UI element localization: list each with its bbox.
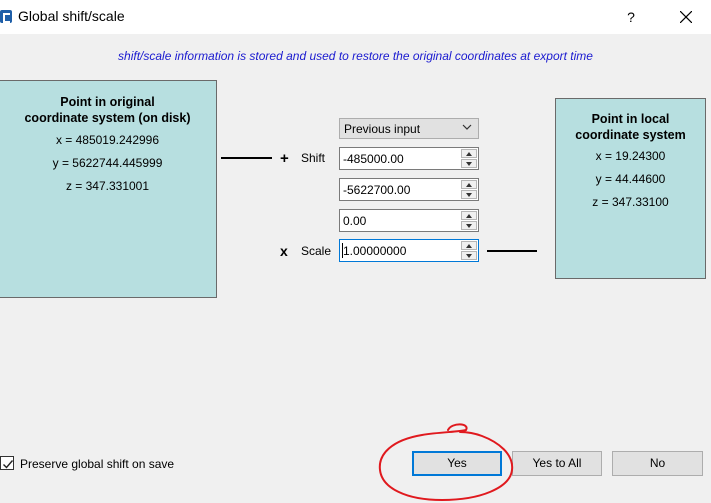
shift-preset-dropdown[interactable]: Previous input <box>339 118 479 139</box>
original-heading-line2: coordinate system (on disk) <box>24 111 191 125</box>
scale-input[interactable]: 1.00000000 <box>339 239 479 262</box>
preserve-shift-checkbox[interactable] <box>0 456 14 470</box>
local-coordinates-box: Point in local coordinate system x = 19.… <box>555 98 706 279</box>
shift-z-value: 0.00 <box>343 214 367 228</box>
title-bar: Global shift/scale ? <box>0 0 711 34</box>
connector-line-left <box>221 157 272 159</box>
shift-preset-value: Previous input <box>344 122 421 136</box>
shift-x-input[interactable]: -485000.00 <box>339 147 479 170</box>
shift-z-decrement-button[interactable] <box>461 221 477 230</box>
shift-y-increment-button[interactable] <box>461 180 477 189</box>
no-button[interactable]: No <box>612 451 703 476</box>
app-icon <box>0 10 12 23</box>
shift-y-value: -5622700.00 <box>343 183 411 197</box>
shift-y-decrement-button[interactable] <box>461 190 477 199</box>
local-heading-line1: Point in local <box>591 112 670 126</box>
preserve-shift-label: Preserve global shift on save <box>20 457 175 471</box>
shift-z-increment-button[interactable] <box>461 211 477 220</box>
chevron-down-icon <box>462 124 472 130</box>
info-text: shift/scale information is stored and us… <box>118 49 593 63</box>
scale-value: 1.00000000 <box>343 244 407 258</box>
shift-label: Shift <box>301 151 326 165</box>
help-button[interactable]: ? <box>618 3 644 31</box>
shift-y-input[interactable]: -5622700.00 <box>339 178 479 201</box>
shift-x-decrement-button[interactable] <box>461 159 477 168</box>
red-circle-annotation <box>378 423 514 502</box>
scale-decrement-button[interactable] <box>461 251 477 260</box>
local-heading: Point in local coordinate system <box>556 111 705 143</box>
local-y: y = 44.44600 <box>595 172 666 186</box>
original-x: x = 485019.242996 <box>55 133 160 147</box>
text-caret <box>342 243 343 258</box>
original-heading-line1: Point in original <box>60 95 155 109</box>
scale-label: Scale <box>301 244 332 258</box>
local-x: x = 19.24300 <box>595 149 666 163</box>
close-icon <box>680 11 692 23</box>
original-z: z = 347.331001 <box>65 179 150 193</box>
plus-sign: + <box>280 150 289 167</box>
shift-x-value: -485000.00 <box>343 152 404 166</box>
original-heading: Point in original coordinate system (on … <box>0 94 216 126</box>
checkmark-icon <box>3 460 14 469</box>
scale-increment-button[interactable] <box>461 241 477 250</box>
shift-x-increment-button[interactable] <box>461 149 477 158</box>
times-sign: x <box>280 243 288 259</box>
window-title: Global shift/scale <box>18 8 125 24</box>
shift-z-input[interactable]: 0.00 <box>339 209 479 232</box>
close-button[interactable] <box>668 3 704 31</box>
original-coordinates-box: Point in original coordinate system (on … <box>0 80 217 298</box>
local-z: z = 347.33100 <box>592 195 669 209</box>
original-y: y = 5622744.445999 <box>52 156 163 170</box>
local-heading-line2: coordinate system <box>575 128 686 142</box>
connector-line-right <box>487 250 537 252</box>
yes-to-all-button[interactable]: Yes to All <box>512 451 602 476</box>
